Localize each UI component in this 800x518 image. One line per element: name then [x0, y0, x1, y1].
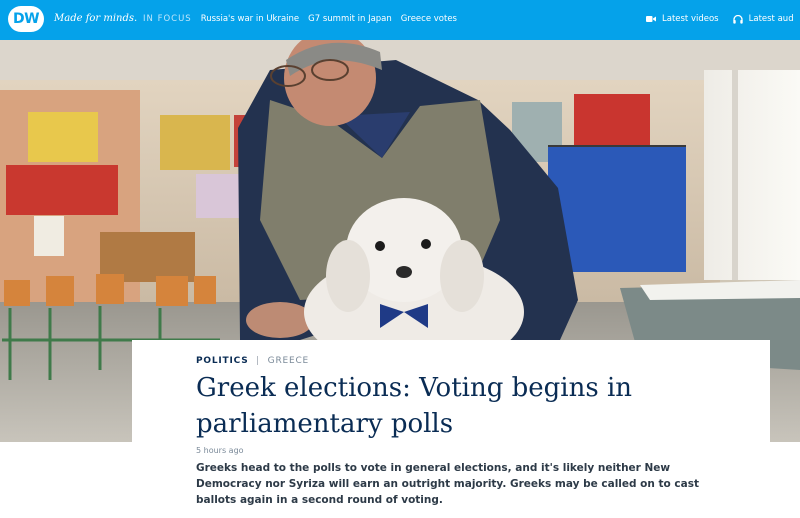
- brand-tagline: Made for minds.: [54, 13, 138, 24]
- latest-videos-link[interactable]: Latest videos: [646, 14, 719, 24]
- nav-link-greece-votes[interactable]: Greece votes: [401, 14, 457, 24]
- article-lead: Greeks head to the polls to vote in gene…: [196, 462, 699, 506]
- category-label[interactable]: POLITICS: [196, 356, 248, 366]
- in-focus-nav: IN FOCUS Russia's war in Ukraine G7 summ…: [143, 14, 457, 24]
- article-timestamp: 5 hours ago: [196, 446, 244, 455]
- in-focus-label: IN FOCUS: [143, 14, 192, 24]
- nav-link-russias-war[interactable]: Russia's war in Ukraine: [201, 14, 299, 24]
- media-nav: Latest videos Latest aud: [646, 14, 794, 24]
- kicker-separator: |: [256, 356, 260, 366]
- video-camera-icon: [646, 16, 656, 22]
- nav-link-g7-summit[interactable]: G7 summit in Japan: [308, 14, 392, 24]
- latest-audio-link[interactable]: Latest aud: [732, 14, 794, 24]
- article-headline[interactable]: Greek elections: Voting begins in parlia…: [196, 370, 756, 442]
- article-kicker: POLITICS | GREECE: [196, 356, 309, 366]
- latest-videos-label: Latest videos: [662, 14, 719, 24]
- headphones-icon: [732, 14, 743, 24]
- article-card[interactable]: POLITICS | GREECE Greek elections: Votin…: [132, 340, 770, 518]
- tag-label[interactable]: GREECE: [268, 356, 309, 366]
- dw-logo[interactable]: DW: [8, 6, 44, 32]
- latest-audio-label: Latest aud: [748, 14, 794, 24]
- top-navigation-bar: DW Made for minds. IN FOCUS Russia's war…: [0, 0, 800, 40]
